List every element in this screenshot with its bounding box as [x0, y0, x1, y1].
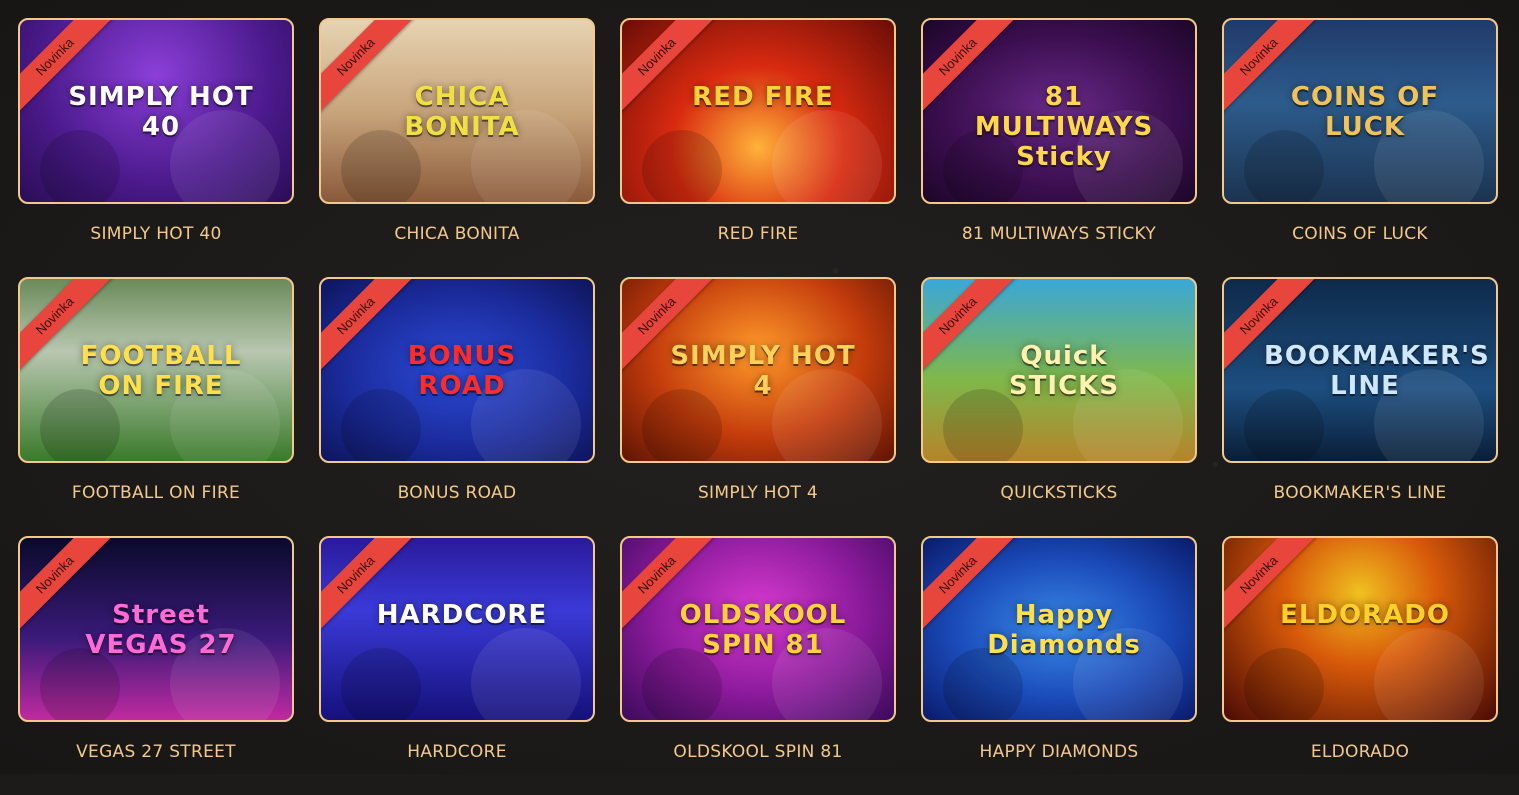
game-title[interactable]: BONUS ROAD: [319, 483, 595, 503]
artwork-glow: [772, 110, 882, 202]
game-thumbnail[interactable]: HARDCORE Novinka: [319, 536, 595, 722]
game-title[interactable]: SIMPLY HOT 4: [620, 483, 896, 503]
game-title[interactable]: BOOKMAKER'S LINE: [1222, 483, 1498, 503]
game-artwork-title: FOOTBALL ON FIRE: [80, 341, 242, 401]
game-artwork-title: Street VEGAS 27: [85, 600, 237, 660]
game-artwork-title: COINS OF LUCK: [1290, 82, 1440, 142]
game-card[interactable]: BOOKMAKER'S LINE Novinka BOOKMAKER'S LINE: [1222, 277, 1498, 536]
game-artwork-title: Happy Diamonds: [987, 600, 1141, 660]
artwork-glow: [471, 628, 581, 720]
game-title[interactable]: RED FIRE: [620, 224, 896, 244]
game-card[interactable]: 81 MULTIWAYS Sticky Novinka 81 MULTIWAYS S…: [921, 18, 1197, 277]
game-thumbnail[interactable]: FOOTBALL ON FIRE Novinka: [18, 277, 294, 463]
game-thumbnail[interactable]: BOOKMAKER'S LINE Novinka: [1222, 277, 1498, 463]
game-title[interactable]: 81 MULTIWAYS STICKY: [921, 224, 1197, 244]
game-card[interactable]: CHICA BONITA Novinka CHICA BONITA: [319, 18, 595, 277]
game-thumbnail[interactable]: BONUS ROAD Novinka: [319, 277, 595, 463]
game-title[interactable]: QUICKSTICKS: [921, 483, 1197, 503]
game-card[interactable]: SIMPLY HOT 40 Novinka SIMPLY HOT 40: [18, 18, 294, 277]
game-artwork-title: BOOKMAKER'S LINE: [1264, 341, 1490, 401]
game-artwork-title: HARDCORE: [376, 600, 548, 630]
artwork-glow: [1244, 648, 1324, 720]
game-thumbnail[interactable]: CHICA BONITA Novinka: [319, 18, 595, 204]
artwork-glow: [642, 130, 722, 202]
game-thumbnail[interactable]: COINS OF LUCK Novinka: [1222, 18, 1498, 204]
game-card[interactable]: Happy Diamonds Novinka HAPPY DIAMONDS: [921, 536, 1197, 795]
game-thumbnail[interactable]: 81 MULTIWAYS Sticky Novinka: [921, 18, 1197, 204]
game-title[interactable]: VEGAS 27 STREET: [18, 742, 294, 762]
game-title[interactable]: HARDCORE: [319, 742, 595, 762]
game-title[interactable]: SIMPLY HOT 40: [18, 224, 294, 244]
game-thumbnail[interactable]: SIMPLY HOT 40 Novinka: [18, 18, 294, 204]
game-thumbnail[interactable]: SIMPLY HOT 4 Novinka: [620, 277, 896, 463]
artwork-glow: [1374, 628, 1484, 720]
game-card[interactable]: BONUS ROAD Novinka BONUS ROAD: [319, 277, 595, 536]
game-thumbnail[interactable]: ELDORADO Novinka: [1222, 536, 1498, 722]
game-title[interactable]: FOOTBALL ON FIRE: [18, 483, 294, 503]
game-grid: SIMPLY HOT 40 Novinka SIMPLY HOT 40 CHICA B…: [18, 18, 1500, 795]
game-title[interactable]: HAPPY DIAMONDS: [921, 742, 1197, 762]
game-card[interactable]: COINS OF LUCK Novinka COINS OF LUCK: [1222, 18, 1498, 277]
game-thumbnail[interactable]: Quick STICKS Novinka: [921, 277, 1197, 463]
game-thumbnail[interactable]: Street VEGAS 27 Novinka: [18, 536, 294, 722]
game-title[interactable]: CHICA BONITA: [319, 224, 595, 244]
game-thumbnail[interactable]: Happy Diamonds Novinka: [921, 536, 1197, 722]
game-card[interactable]: Quick STICKS Novinka QUICKSTICKS: [921, 277, 1197, 536]
game-title[interactable]: ELDORADO: [1222, 742, 1498, 762]
game-card[interactable]: HARDCORE Novinka HARDCORE: [319, 536, 595, 795]
game-title[interactable]: OLDSKOOL SPIN 81: [620, 742, 896, 762]
game-thumbnail[interactable]: OLDSKOOL SPIN 81 Novinka: [620, 536, 896, 722]
game-artwork-title: SIMPLY HOT 4: [670, 341, 856, 401]
game-title[interactable]: COINS OF LUCK: [1222, 224, 1498, 244]
game-card[interactable]: FOOTBALL ON FIRE Novinka FOOTBALL ON FIRE: [18, 277, 294, 536]
game-thumbnail[interactable]: RED FIRE Novinka: [620, 18, 896, 204]
game-card[interactable]: RED FIRE Novinka RED FIRE: [620, 18, 896, 277]
game-artwork-title: OLDSKOOL SPIN 81: [679, 600, 847, 660]
game-artwork-title: BONUS ROAD: [407, 341, 517, 401]
game-card[interactable]: OLDSKOOL SPIN 81 Novinka OLDSKOOL SPIN 81: [620, 536, 896, 795]
game-card[interactable]: ELDORADO Novinka ELDORADO: [1222, 536, 1498, 795]
artwork-glow: [341, 648, 421, 720]
game-artwork-title: CHICA BONITA: [404, 82, 520, 142]
page: { "badge_label": "Novinka", "games": [ {…: [0, 0, 1519, 774]
game-artwork-title: RED FIRE: [692, 82, 834, 112]
game-artwork-title: ELDORADO: [1280, 600, 1450, 630]
game-card[interactable]: Street VEGAS 27 Novinka VEGAS 27 STREET: [18, 536, 294, 795]
game-artwork-title: 81 MULTIWAYS Sticky: [974, 82, 1154, 172]
game-card[interactable]: SIMPLY HOT 4 Novinka SIMPLY HOT 4: [620, 277, 896, 536]
game-artwork-title: SIMPLY HOT 40: [68, 82, 254, 142]
game-artwork-title: Quick STICKS: [1008, 341, 1120, 401]
